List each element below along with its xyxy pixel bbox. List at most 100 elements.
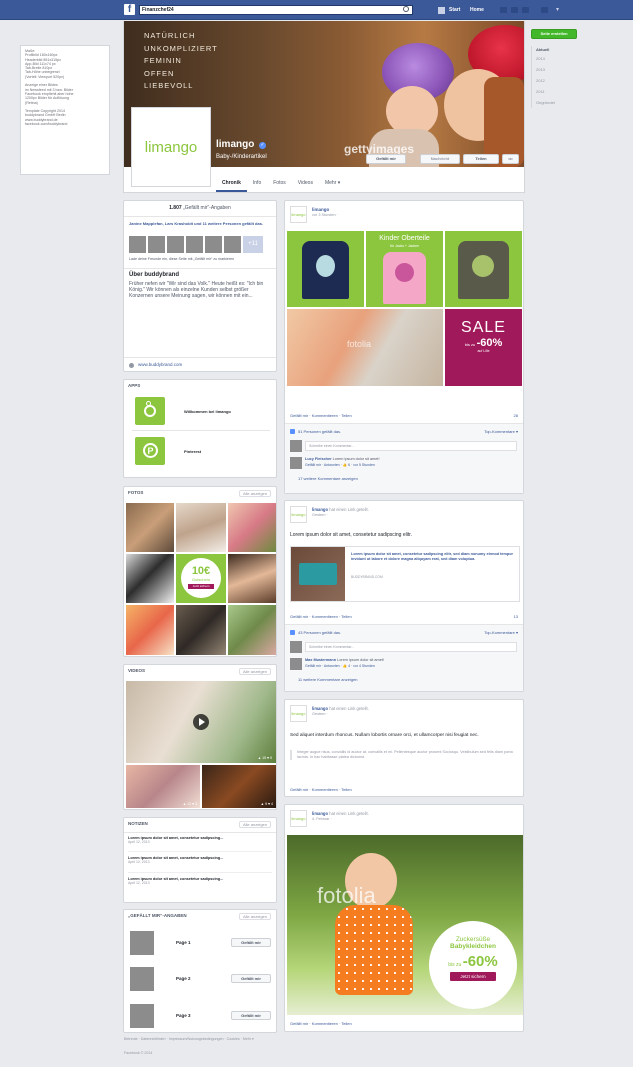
note-item[interactable]: Lorem ipsum dolor sit amet, consetetur s… — [128, 856, 272, 864]
play-icon[interactable] — [193, 714, 209, 730]
message-button[interactable]: Nachricht — [420, 154, 460, 164]
profile-picture[interactable]: limango — [131, 107, 211, 187]
tab-photos[interactable]: Fotos — [267, 178, 292, 192]
post-time[interactable]: vor 3 Stunden · — [312, 213, 338, 217]
product-tile-title[interactable]: Kinder Oberteile für Jacks + Jacken — [366, 231, 443, 307]
comment-author[interactable]: Max Mustermann — [305, 658, 336, 662]
tab-timeline[interactable]: Chronik — [216, 178, 247, 192]
photo-thumb[interactable] — [126, 605, 174, 655]
promo-button[interactable]: Jetzt sichern — [450, 972, 496, 981]
tab-videos[interactable]: Videos — [292, 178, 319, 192]
comment-meta[interactable]: Gefällt mir · Antworten · 👍 6 · vor 5 St… — [305, 463, 375, 467]
video-main[interactable]: ▲ 15 ♥ 9 — [126, 681, 276, 763]
year-item[interactable]: Gegründet — [532, 97, 577, 108]
friend-avatar[interactable] — [148, 236, 165, 253]
like-button[interactable]: Gefällt mir — [231, 974, 271, 983]
photo-thumb[interactable] — [126, 503, 174, 552]
more-comments-link[interactable]: 17 weitere Kommentare anzeigen — [298, 476, 358, 481]
tab-info[interactable]: Info — [247, 178, 267, 192]
video-thumb[interactable]: ▲ 12 ♥ 3 — [126, 765, 200, 808]
note-item[interactable]: Lorem ipsum dolor sit amet, consetetur s… — [128, 836, 272, 844]
shares-count[interactable]: 28 — [514, 413, 518, 418]
app-item-welcome[interactable]: Willkommen bei limango — [132, 393, 272, 429]
settings-dropdown[interactable]: ▾ — [556, 6, 559, 13]
post-author-avatar[interactable]: limango — [290, 506, 307, 523]
facebook-logo[interactable]: f — [124, 4, 135, 15]
like-button[interactable]: Gefällt mir — [231, 1011, 271, 1020]
shares-count[interactable]: 13 — [514, 614, 518, 619]
friend-avatar[interactable] — [205, 236, 222, 253]
privacy-icon[interactable] — [541, 7, 548, 13]
product-tile[interactable] — [445, 231, 522, 307]
top-comments-toggle[interactable]: Top-Kommentare ▾ — [484, 630, 518, 635]
year-item[interactable]: 2012 — [532, 75, 577, 86]
likes-line[interactable]: 51 Personen gefällt das. — [298, 429, 341, 434]
post-time[interactable]: Gestern · — [312, 513, 328, 517]
page-name[interactable]: limango — [216, 139, 254, 150]
friends-text[interactable]: Janine Mapplefan, Lars Krasholdt und 11 … — [129, 221, 271, 226]
post-actions[interactable]: Gefällt mir · Kommentieren · Teilen — [290, 614, 352, 619]
more-button[interactable]: ••• — [502, 154, 519, 164]
friend-avatar[interactable] — [167, 236, 184, 253]
app-item-pinterest[interactable]: P Pinterest — [132, 433, 272, 469]
kids-photo[interactable]: fotolia — [287, 309, 443, 386]
post-actions[interactable]: Gefällt mir · Kommentieren · Teilen — [290, 413, 352, 418]
more-friends-badge[interactable]: +11 — [243, 236, 263, 253]
website-link[interactable]: www.buddybrand.com — [138, 362, 182, 367]
comment-avatar[interactable] — [290, 457, 302, 469]
post-time[interactable]: Gestern · — [312, 712, 328, 716]
post-author[interactable]: limango — [312, 811, 328, 816]
photos-show-all[interactable]: Alle anzeigen — [238, 490, 271, 497]
photo-thumb[interactable] — [176, 503, 226, 552]
tab-more[interactable]: Mehr ▾ — [319, 178, 346, 192]
video-thumb[interactable]: ▲ 9 ♥ 4 — [202, 765, 276, 808]
search-icon[interactable] — [403, 6, 409, 12]
search-input[interactable]: Finanzchef24 — [139, 5, 413, 15]
note-item[interactable]: Lorem ipsum dolor sit amet, consetetur s… — [128, 877, 272, 885]
footer-links[interactable]: Betreute · Datenrichtlinien · Impressum/… — [124, 1037, 274, 1042]
notes-show-all[interactable]: Alle anzeigen — [238, 821, 271, 828]
post-time[interactable]: 4. Februar · — [312, 817, 332, 821]
sale-tile[interactable]: SALE bis zu -60% auf Lille — [445, 309, 522, 386]
year-item[interactable]: 2013 — [532, 64, 577, 75]
voucher-thumb[interactable]: 10€ Gutschein Jetzt sichern — [176, 554, 226, 603]
page-likes-show-all[interactable]: Alle anzeigen — [238, 913, 271, 920]
nav-profile-link[interactable]: Start — [449, 7, 460, 13]
profile-thumbnail[interactable] — [438, 7, 445, 14]
comment-input[interactable]: Schreibe einen Kommentar... — [305, 642, 517, 652]
post-author-avatar[interactable]: limango — [290, 206, 307, 223]
comment-avatar[interactable] — [290, 658, 302, 670]
post-author[interactable]: limango — [312, 507, 328, 512]
liked-page-item[interactable]: Page 2 Gefällt mir — [128, 964, 274, 992]
photo-thumb[interactable] — [176, 605, 226, 655]
year-item[interactable]: 2014 — [532, 53, 577, 64]
photo-thumb[interactable] — [228, 554, 276, 603]
post-actions[interactable]: Gefällt mir · Kommentieren · Teilen — [290, 787, 352, 792]
share-button[interactable]: Teilen — [463, 154, 499, 164]
post-author[interactable]: limango — [312, 706, 328, 711]
like-button[interactable]: Gefällt mir — [231, 938, 271, 947]
friend-avatar[interactable] — [224, 236, 241, 253]
year-item[interactable]: 2011 — [532, 86, 577, 97]
nav-home-link[interactable]: Home — [470, 7, 484, 13]
link-preview[interactable]: Lorem ipsum dolor sit amet, consetetur s… — [290, 546, 520, 602]
post-author-avatar[interactable]: limango — [290, 705, 307, 722]
comment-meta[interactable]: Gefällt mir · Antworten · 👍 4 · vor 4 St… — [305, 664, 375, 668]
page-category[interactable]: Baby-/Kinderartikel — [216, 154, 267, 160]
more-comments-link[interactable]: 11 weitere Kommentare anzeigen — [298, 677, 358, 682]
like-page-button[interactable]: Gefällt mir — [366, 154, 406, 164]
photo-thumb[interactable] — [228, 503, 276, 552]
liked-page-item[interactable]: Page 1 Gefällt mir — [128, 928, 274, 956]
comment-author[interactable]: Lucy Fleischer — [305, 457, 332, 461]
photo-thumb[interactable] — [228, 605, 276, 655]
top-comments-toggle[interactable]: Top-Kommentare ▾ — [484, 429, 518, 434]
create-page-button[interactable]: Seite erstellen — [531, 29, 577, 39]
likes-line[interactable]: 43 Personen gefällt das. — [298, 630, 341, 635]
notifications-icon[interactable] — [522, 7, 529, 13]
comment-input[interactable]: Schreibe einen Kommentar... — [305, 441, 517, 451]
messages-icon[interactable] — [511, 7, 518, 13]
videos-show-all[interactable]: Alle anzeigen — [238, 668, 271, 675]
friend-avatar[interactable] — [129, 236, 146, 253]
photo-thumb[interactable] — [126, 554, 174, 603]
baby-photo[interactable]: fotolia Zuckersüße Babykleidchen bis zu … — [287, 835, 523, 1015]
